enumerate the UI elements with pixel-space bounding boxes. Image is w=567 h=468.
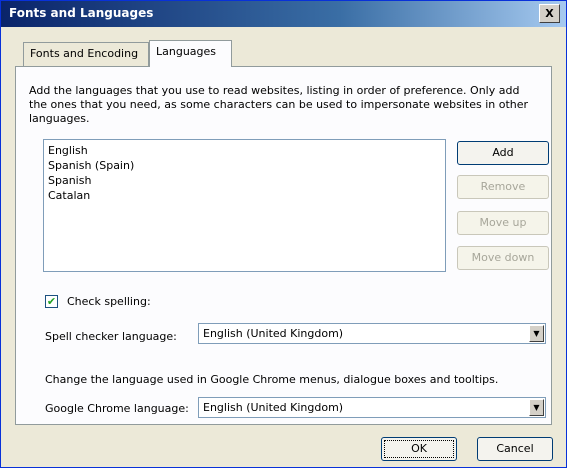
spell-checker-language-label: Spell checker language: (45, 330, 177, 343)
check-spelling-label: Check spelling: (67, 295, 151, 308)
dialog-title: Fonts and Languages (9, 6, 154, 20)
language-item-spanish[interactable]: Spanish (46, 173, 443, 188)
tab-fonts-and-encoding-label: Fonts and Encoding (30, 47, 139, 60)
close-button[interactable]: X (539, 4, 560, 23)
move-up-button[interactable]: Move up (457, 211, 549, 235)
chrome-language-label: Google Chrome language: (45, 402, 189, 415)
languages-listbox[interactable]: English Spanish (Spain) Spanish Catalan (43, 139, 446, 272)
spell-checker-language-value: English (United Kingdom) (203, 327, 344, 340)
ok-button[interactable]: OK (381, 437, 457, 461)
add-button[interactable]: Add (457, 141, 549, 165)
cancel-button[interactable]: Cancel (477, 437, 553, 461)
chrome-language-select[interactable]: English (United Kingdom) ▼ (198, 397, 546, 418)
fonts-languages-dialog: Fonts and Languages X Fonts and Encoding… (0, 0, 567, 468)
languages-description: Add the languages that you use to read w… (29, 84, 529, 125)
ui-language-description: Change the language used in Google Chrom… (45, 373, 499, 386)
tab-fonts-and-encoding[interactable]: Fonts and Encoding (23, 42, 149, 66)
chevron-down-icon[interactable]: ▼ (529, 325, 544, 342)
language-item-english[interactable]: English (46, 143, 443, 158)
tab-languages[interactable]: Languages (149, 40, 232, 67)
language-item-catalan[interactable]: Catalan (46, 188, 443, 203)
check-spelling-checkbox[interactable]: ✔ (45, 295, 58, 308)
move-down-button[interactable]: Move down (457, 246, 549, 270)
remove-button[interactable]: Remove (457, 175, 549, 199)
language-item-spanish-spain[interactable]: Spanish (Spain) (46, 158, 443, 173)
tab-languages-label: Languages (156, 45, 217, 58)
chrome-language-value: English (United Kingdom) (203, 401, 344, 414)
title-bar: Fonts and Languages X (1, 1, 566, 27)
spell-checker-language-select[interactable]: English (United Kingdom) ▼ (198, 323, 546, 344)
chevron-down-icon[interactable]: ▼ (529, 399, 544, 416)
